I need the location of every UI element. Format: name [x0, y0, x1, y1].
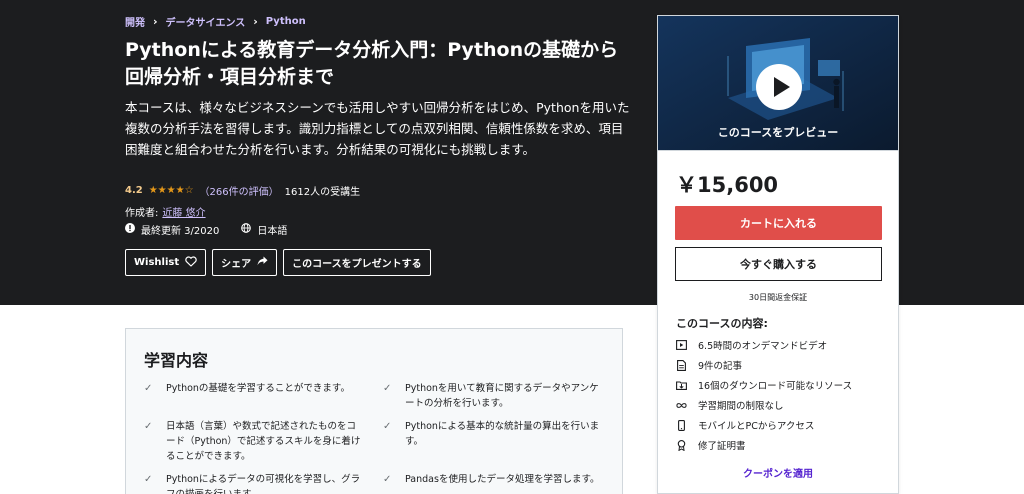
preview-label: このコースをプレビュー	[717, 126, 839, 139]
share-button[interactable]: シェア	[212, 249, 278, 276]
add-to-cart-button[interactable]: カートに入れる	[675, 206, 882, 240]
buy-now-button[interactable]: 今すぐ購入する	[675, 247, 882, 281]
learn-item-text: Pythonの基礎を学習することができます。	[166, 383, 350, 394]
check-icon: ✓	[144, 474, 153, 485]
list-item: 6.5時間のオンデマンドビデオ	[676, 335, 852, 355]
learn-item: ✓ Pythonの基礎を学習することができます。	[144, 381, 365, 411]
rating-row: 4.2 ★★★★☆ （266件の評価） 1612人の受講生	[125, 183, 360, 198]
includes-list: 6.5時間のオンデマンドビデオ 9件の記事 16個のダウンロード可能なリソース …	[676, 335, 852, 455]
learn-item: ✓ Pythonを用いて教育に関するデータやアンケートの分析を行います。	[383, 381, 604, 411]
learn-title: 学習内容	[144, 351, 209, 370]
certificate-icon	[676, 439, 687, 451]
course-price: ￥15,600	[676, 173, 779, 197]
learn-item-text: Pandasを使用したデータ処理を学習します。	[405, 474, 600, 485]
includes-text: 修了証明書	[698, 441, 746, 452]
mobile-icon	[676, 419, 687, 431]
student-count: 1612人の受講生	[284, 187, 361, 198]
money-back-guarantee: 30日間返金保証	[748, 293, 808, 302]
globe-icon	[241, 223, 252, 236]
course-preview[interactable]: このコースをプレビュー	[658, 16, 898, 151]
includes-text: 学習期間の制限なし	[698, 401, 784, 412]
apply-coupon-link[interactable]: クーポンを適用	[658, 465, 898, 480]
download-icon	[676, 380, 687, 391]
author-label: 作成者:	[125, 208, 159, 219]
learn-item: ✓ 日本語（言葉）や数式で記述されたものをコード（Python）で記述するスキル…	[144, 419, 365, 464]
check-icon: ✓	[383, 383, 392, 394]
learn-item: ✓ Pandasを使用したデータ処理を学習します。	[383, 472, 604, 494]
course-title: Pythonによる教育データ分析入門：Pythonの基礎から回帰分析・項目分析ま…	[125, 39, 619, 88]
play-icon[interactable]	[756, 64, 802, 110]
breadcrumb-separator: ›	[253, 15, 258, 28]
breadcrumb-dev[interactable]: 開発	[125, 14, 145, 29]
list-item: モバイルとPCからアクセス	[676, 415, 852, 435]
breadcrumb: 開発 › データサイエンス › Python	[125, 14, 306, 29]
video-icon	[676, 340, 687, 351]
check-icon: ✓	[383, 474, 392, 485]
rating-value: 4.2	[125, 185, 143, 196]
includes-text: 6.5時間のオンデマンドビデオ	[698, 341, 828, 352]
last-updated: 最終更新 3/2020	[141, 226, 220, 237]
share-label: シェア	[221, 259, 252, 270]
learn-item-text: Pythonによる基本的な統計量の算出を行います。	[405, 421, 600, 447]
learn-item-text: Pythonを用いて教育に関するデータやアンケートの分析を行います。	[405, 383, 599, 409]
infinity-icon	[676, 400, 687, 411]
share-icon	[257, 256, 268, 269]
course-language: 日本語	[257, 226, 288, 237]
gift-course-button[interactable]: このコースをプレゼントする	[283, 249, 431, 276]
includes-title: このコースの内容:	[676, 317, 768, 330]
breadcrumb-python[interactable]: Python	[266, 16, 306, 27]
check-icon: ✓	[144, 421, 153, 432]
author-link[interactable]: 近藤 悠介	[162, 204, 205, 219]
rating-count-link[interactable]: （266件の評価）	[200, 183, 279, 198]
star-rating-icon: ★★★★☆	[148, 185, 194, 196]
hero-buttons: Wishlist シェア このコースをプレゼントする	[125, 249, 431, 276]
list-item: 16個のダウンロード可能なリソース	[676, 375, 852, 395]
article-icon	[676, 359, 687, 371]
learn-item-text: Pythonによるデータの可視化を学習し、グラフの描画を行います。	[166, 474, 361, 494]
learn-item: ✓ Pythonによるデータの可視化を学習し、グラフの描画を行います。	[144, 472, 365, 494]
alert-icon	[125, 223, 135, 236]
meta-row: 最終更新 3/2020 日本語	[125, 222, 287, 237]
gift-label: このコースをプレゼントする	[292, 259, 422, 270]
list-item: 9件の記事	[676, 355, 852, 375]
includes-text: 16個のダウンロード可能なリソース	[698, 381, 853, 392]
list-item: 修了証明書	[676, 435, 852, 455]
breadcrumb-separator: ›	[153, 15, 158, 28]
breadcrumb-data-science[interactable]: データサイエンス	[166, 14, 246, 29]
learn-item-text: 日本語（言葉）や数式で記述されたものをコード（Python）で記述するスキルを身…	[166, 421, 361, 462]
wishlist-label: Wishlist	[134, 257, 180, 268]
purchase-sidebar: このコースをプレビュー ￥15,600 カートに入れる 今すぐ購入する 30日間…	[657, 15, 899, 494]
learn-grid: ✓ Pythonの基礎を学習することができます。 ✓ Pythonを用いて教育に…	[144, 381, 604, 494]
what-you-will-learn: 学習内容 ✓ Pythonの基礎を学習することができます。 ✓ Pythonを用…	[125, 328, 623, 494]
heart-icon	[185, 255, 197, 270]
includes-text: モバイルとPCからアクセス	[698, 421, 815, 432]
course-subtitle: 本コースは、様々なビジネスシーンでも活用しやすい回帰分析をはじめ、Pythonを…	[125, 100, 630, 157]
wishlist-button[interactable]: Wishlist	[125, 249, 207, 276]
author-row: 作成者: 近藤 悠介	[125, 204, 206, 219]
includes-text: 9件の記事	[698, 361, 743, 372]
check-icon: ✓	[383, 421, 392, 432]
check-icon: ✓	[144, 383, 153, 394]
learn-item: ✓ Pythonによる基本的な統計量の算出を行います。	[383, 419, 604, 464]
list-item: 学習期間の制限なし	[676, 395, 852, 415]
